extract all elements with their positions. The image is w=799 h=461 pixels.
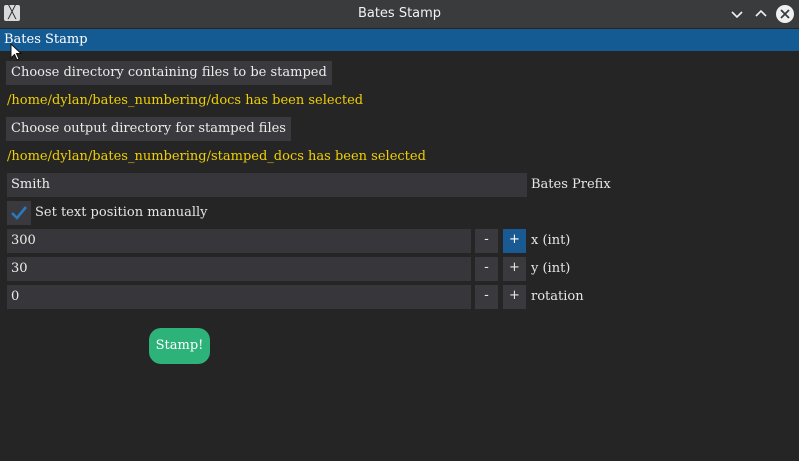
x-label: x (int) <box>531 233 571 248</box>
title-bar: ╳ Bates Stamp <box>0 0 799 28</box>
minimize-button[interactable] <box>728 5 746 23</box>
close-icon <box>780 9 790 19</box>
y-input[interactable]: 30 <box>7 257 471 281</box>
bates-prefix-input[interactable]: Smith <box>7 173 527 197</box>
minimize-icon <box>731 11 743 19</box>
bates-prefix-label: Bates Prefix <box>531 177 611 192</box>
choose-input-directory-button[interactable]: Choose directory containing files to be … <box>6 61 332 85</box>
maximize-icon <box>755 9 767 17</box>
y-increment-button[interactable]: + <box>503 257 526 281</box>
stamp-button[interactable]: Stamp! <box>149 328 210 364</box>
window-title: Bates Stamp <box>357 6 442 21</box>
y-decrement-button[interactable]: - <box>475 257 498 281</box>
output-directory-status: /home/dylan/bates_numbering/stamped_docs… <box>7 149 426 164</box>
rotation-input[interactable]: 0 <box>7 285 471 309</box>
menu-header[interactable]: Bates Stamp <box>0 29 799 51</box>
mouse-cursor-icon <box>10 43 23 61</box>
close-button[interactable] <box>776 5 794 23</box>
checkmark-icon <box>11 206 28 220</box>
y-label: y (int) <box>531 261 571 276</box>
rotation-label: rotation <box>531 289 584 304</box>
rotation-decrement-button[interactable]: - <box>475 285 498 309</box>
maximize-button[interactable] <box>752 5 770 23</box>
manual-position-label: Set text position manually <box>35 205 208 220</box>
x-decrement-button[interactable]: - <box>475 229 498 253</box>
manual-position-checkbox[interactable] <box>7 201 31 225</box>
rotation-increment-button[interactable]: + <box>503 285 526 309</box>
choose-output-directory-button[interactable]: Choose output directory for stamped file… <box>6 117 291 141</box>
x-input[interactable]: 300 <box>7 229 471 253</box>
x-increment-button[interactable]: + <box>503 229 526 253</box>
input-directory-status: /home/dylan/bates_numbering/docs has bee… <box>7 93 364 108</box>
